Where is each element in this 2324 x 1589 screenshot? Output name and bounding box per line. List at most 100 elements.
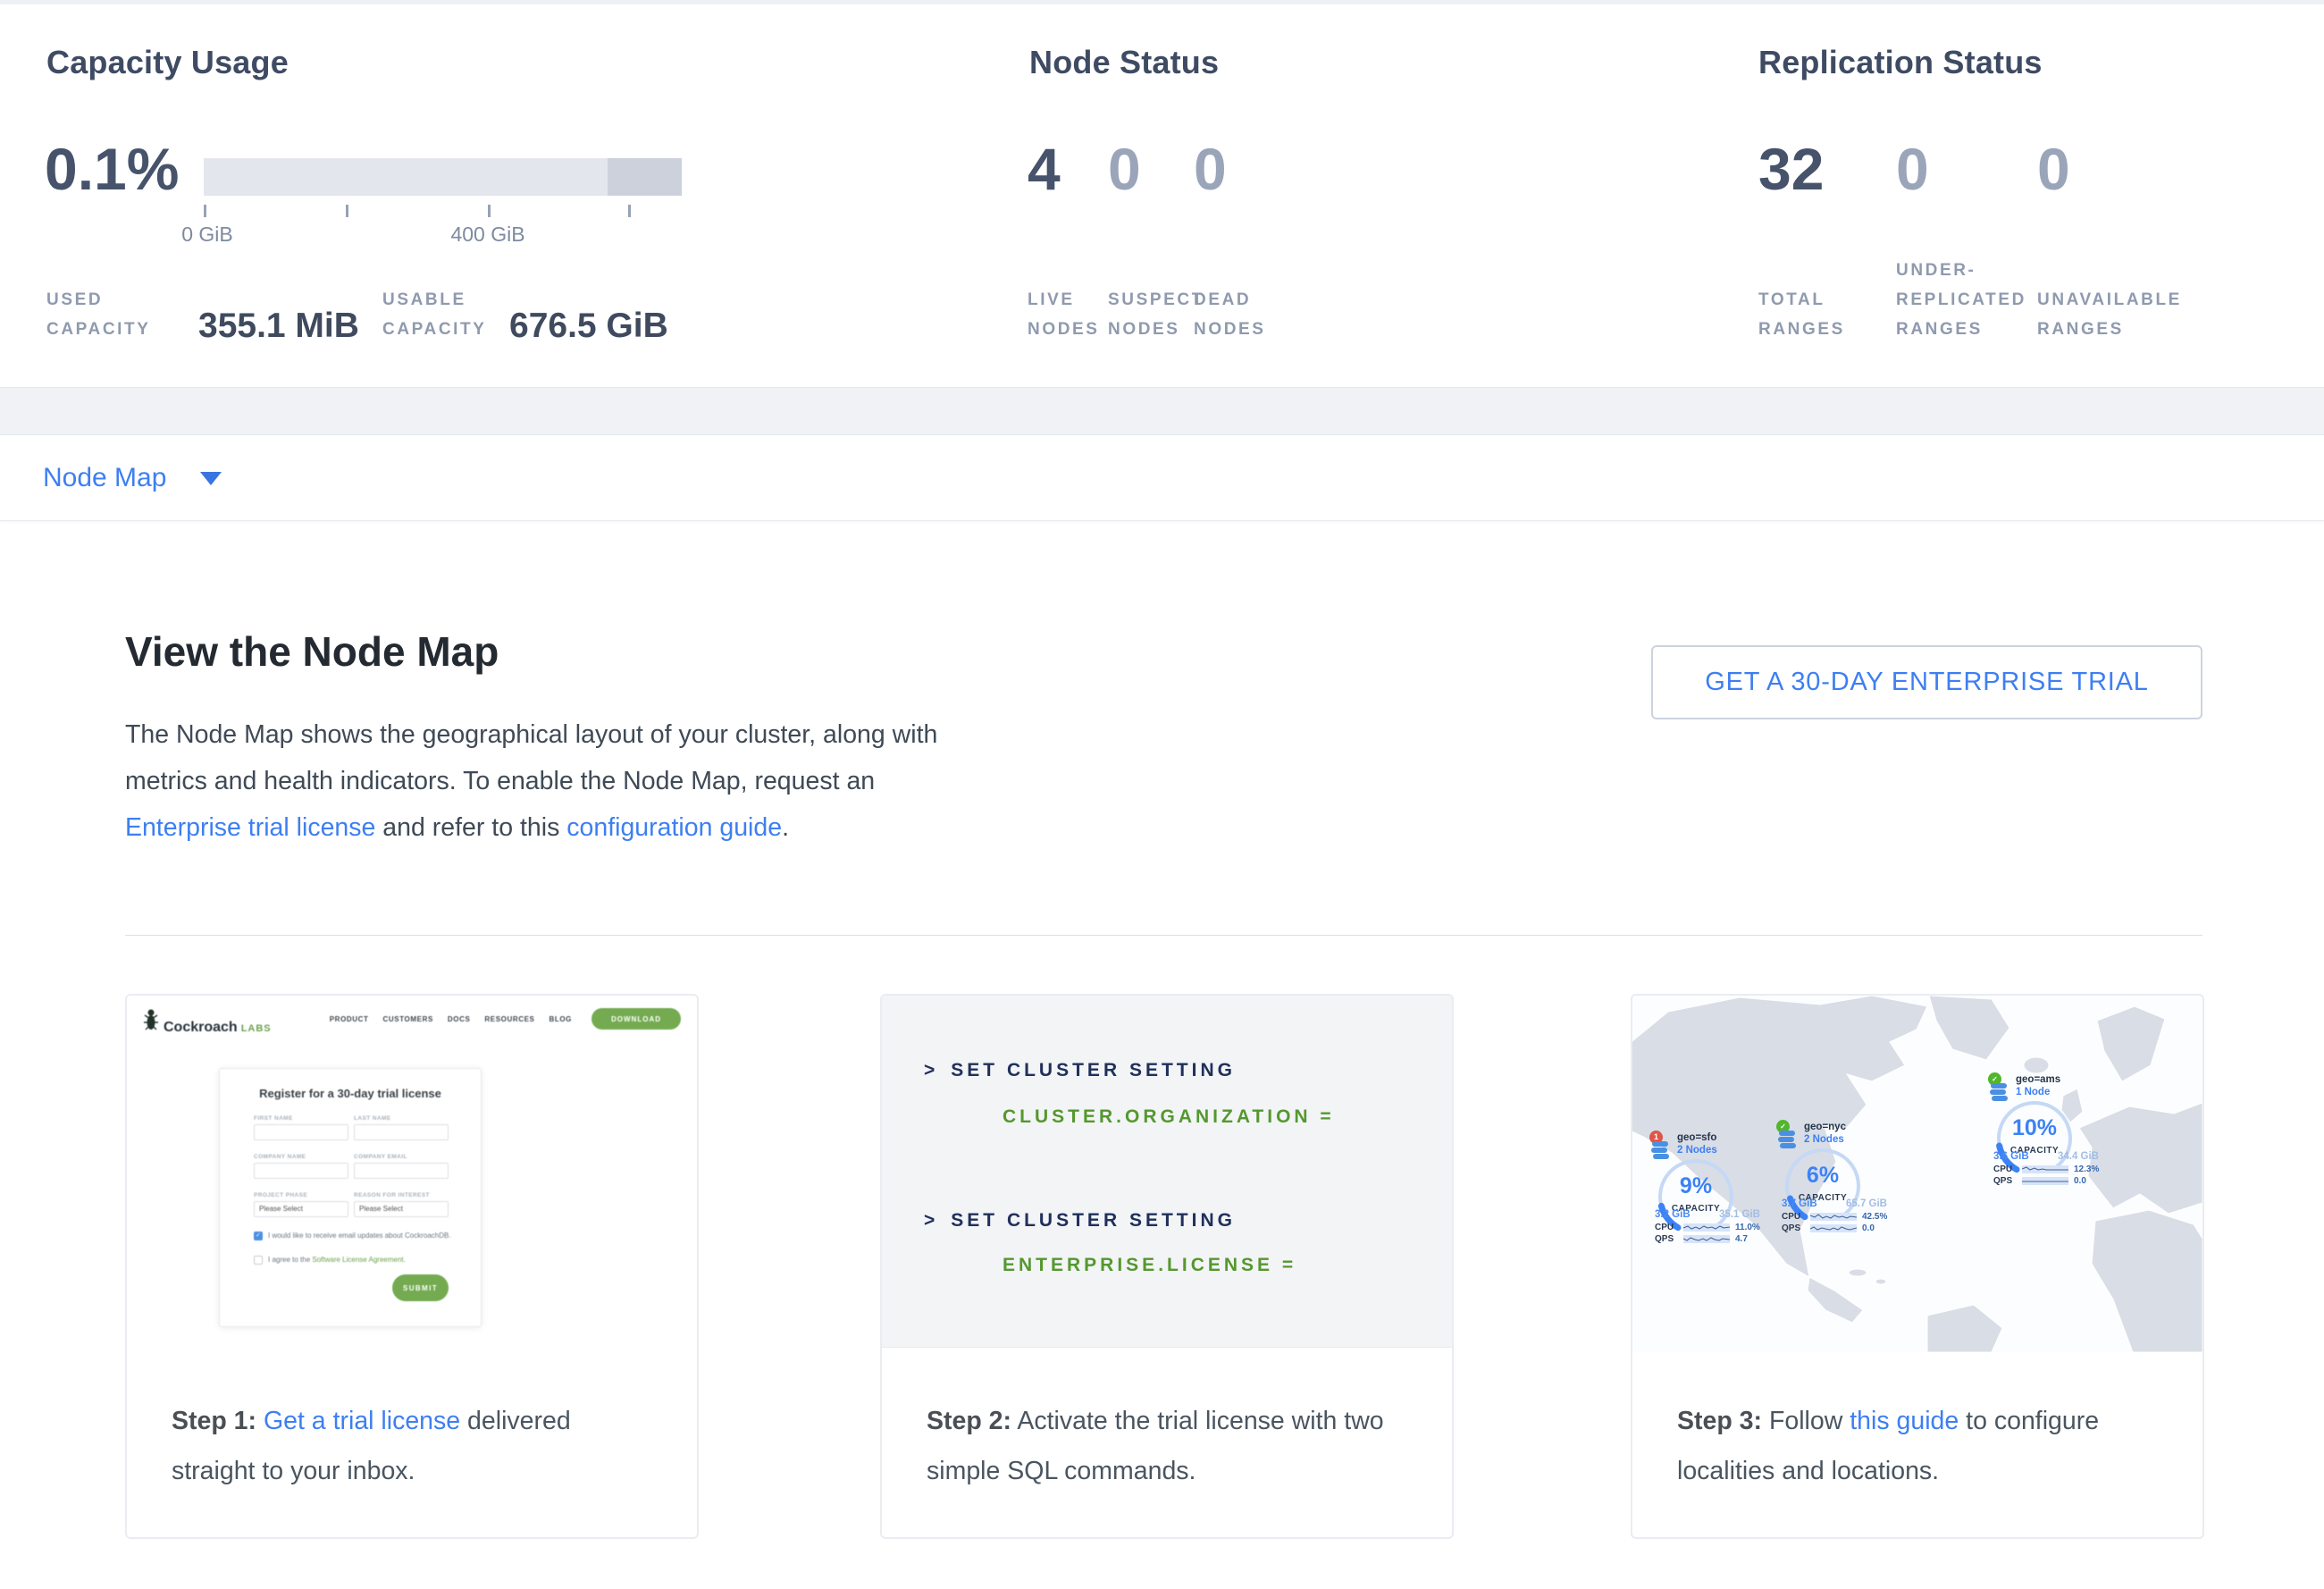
cpu-metric-row: CPU 42.5% (1782, 1212, 1887, 1222)
node-map-preview: 1 geo=sfo 2 Nodes 9% CAPACITY 3.2 GiB35.… (1632, 996, 2202, 1352)
cpu-metric-row: CPU 12.3% (1993, 1164, 2099, 1174)
qps-sparkline (1810, 1224, 1857, 1232)
capacity-tick (628, 205, 631, 217)
view-selector-bar: Node Map (0, 435, 2324, 521)
email-updates-label: I would like to receive email updates ab… (268, 1231, 451, 1240)
nav-item-product: PRODUCT (330, 1015, 369, 1023)
enterprise-trial-license-link[interactable]: Enterprise trial license (125, 813, 375, 842)
suspect-nodes-label: SUSPECTNODES (1108, 285, 1204, 344)
qps-sparkline (2022, 1177, 2068, 1185)
qps-metric-row: QPS 0.0 (1782, 1223, 1875, 1233)
step2-caption: Step 2: Activate the trial license with … (882, 1396, 1452, 1496)
locality-name: geo=ams (2016, 1074, 2060, 1085)
live-nodes-label: LIVENODES (1028, 285, 1100, 344)
used-capacity-label: USEDCAPACITY (46, 285, 151, 344)
project-phase-select: PROJECT PHASEPlease Select (254, 1192, 348, 1217)
checkbox-unchecked-icon (254, 1256, 263, 1265)
reason-for-interest-select: REASON FOR INTERESTPlease Select (354, 1192, 449, 1217)
qps-metric-row: QPS 4.7 (1655, 1234, 1748, 1244)
dead-nodes-label: DEADNODES (1194, 285, 1266, 344)
node-map-dropdown[interactable]: Node Map (43, 435, 222, 521)
capacity-values: 3.2 GiB35.1 GiB (1649, 1209, 1762, 1220)
node-map-description: The Node Map shows the geographical layo… (125, 711, 974, 851)
checkbox-checked-icon: ✓ (254, 1232, 263, 1240)
locality-sfo: 1 geo=sfo 2 Nodes 9% CAPACITY 3.2 GiB35.… (1649, 1131, 1767, 1250)
locality-name: geo=sfo (1677, 1132, 1716, 1143)
capacity-bar (204, 158, 682, 196)
company-name-field: COMPANY NAME (254, 1154, 348, 1179)
description-text: and refer to this (375, 813, 566, 842)
dead-nodes-count: 0 (1194, 137, 1227, 201)
chevron-down-icon (200, 472, 222, 485)
usable-capacity-label: USABLECAPACITY (382, 285, 487, 344)
unavailable-ranges-count: 0 (2037, 137, 2070, 201)
node-map-dropdown-label: Node Map (43, 463, 166, 493)
step1-caption: Step 1: Get a trial license delivered st… (127, 1396, 697, 1496)
step3-caption: Step 3: Follow this guide to configure l… (1632, 1396, 2202, 1496)
trial-site-nav: PRODUCT CUSTOMERS DOCS RESOURCES BLOG (330, 1015, 572, 1023)
summary-content-gap (0, 387, 2324, 435)
capacity-bar-reserved-segment (608, 158, 682, 196)
get-enterprise-trial-button[interactable]: GET A 30-DAY ENTERPRISE TRIAL (1651, 645, 2202, 719)
under-replicated-ranges-label: UNDER-REPLICATEDRANGES (1896, 256, 2026, 344)
license-agreement-checkbox-row: I agree to the Software License Agreemen… (254, 1255, 459, 1265)
qps-metric-row: QPS 0.0 (1993, 1176, 2086, 1186)
form-title: Register for a 30-day trial license (220, 1087, 481, 1100)
locality-name: geo=nyc (1804, 1122, 1846, 1132)
step1-label: Step 1: (172, 1407, 256, 1435)
last-name-field: LAST NAME (354, 1115, 449, 1140)
cockroach-labs-logo: Cockroach LABS (143, 1008, 272, 1036)
live-nodes-count: 4 (1028, 137, 1061, 201)
configuration-guide-link[interactable]: configuration guide (566, 813, 782, 842)
step3-label: Step 3: (1677, 1407, 1762, 1435)
unavailable-ranges-label: UNAVAILABLERANGES (2037, 285, 2182, 344)
sql-arg-1: CLUSTER.ORGANIZATION = (1003, 1106, 1335, 1128)
total-ranges-count: 32 (1758, 137, 1824, 201)
section-divider (125, 935, 2202, 936)
email-updates-checkbox-row: ✓ I would like to receive email updates … (254, 1231, 459, 1240)
cockroach-bug-icon (143, 1008, 159, 1031)
capacity-tick (346, 205, 348, 217)
get-trial-license-link[interactable]: Get a trial license (264, 1407, 460, 1435)
node-status-title: Node Status (1029, 44, 1219, 81)
locality-nyc: ✓ geo=nyc 2 Nodes 6% CAPACITY 3.7 GiB65.… (1776, 1120, 1894, 1240)
capacity-tick-label-400: 400 GiB (450, 223, 524, 247)
first-name-field: FIRST NAME (254, 1115, 348, 1140)
page-title: View the Node Map (125, 627, 499, 676)
capacity-percent: 9% (1649, 1173, 1742, 1199)
capacity-percent: 6% (1776, 1163, 1869, 1189)
sql-arg-2: ENTERPRISE.LICENSE = (1003, 1255, 1296, 1276)
company-email-field: COMPANY EMAIL (354, 1154, 449, 1179)
capacity-usage-title: Capacity Usage (46, 44, 289, 81)
capacity-tick (488, 205, 491, 217)
nav-item-blog: BLOG (549, 1015, 572, 1023)
step2-card: >SET CLUSTER SETTING CLUSTER.ORGANIZATIO… (880, 994, 1454, 1539)
nav-item-customers: CUSTOMERS (383, 1015, 433, 1023)
cpu-sparkline (1810, 1213, 1857, 1221)
cpu-metric-row: CPU 11.0% (1655, 1223, 1760, 1232)
qps-sparkline (1683, 1235, 1730, 1243)
capacity-values: 3.6 GiB34.4 GiB (1988, 1151, 2101, 1162)
capacity-percent: 0.1% (45, 137, 179, 201)
this-guide-link[interactable]: this guide (1850, 1407, 1959, 1435)
cpu-sparkline (1683, 1223, 1730, 1232)
sql-command-2: >SET CLUSTER SETTING (924, 1210, 1236, 1232)
trial-site-screenshot: Cockroach LABS PRODUCT CUSTOMERS DOCS RE… (127, 996, 697, 1348)
capacity-values: 3.7 GiB65.7 GiB (1776, 1198, 1889, 1209)
description-text: . (782, 813, 789, 842)
used-capacity-value: 355.1 MiB (198, 307, 359, 346)
brand-suffix: LABS (241, 1023, 272, 1034)
under-replicated-ranges-count: 0 (1896, 137, 1929, 201)
capacity-tick-label-0: 0 GiB (181, 223, 233, 247)
nav-item-resources: RESOURCES (484, 1015, 534, 1023)
trial-site-header: Cockroach LABS PRODUCT CUSTOMERS DOCS RE… (127, 1003, 697, 1042)
submit-button: SUBMIT (392, 1274, 449, 1301)
license-agreement-label: I agree to the Software License Agreemen… (268, 1255, 406, 1265)
brand-name: Cockroach (164, 1020, 238, 1036)
step3-card: 1 geo=sfo 2 Nodes 9% CAPACITY 3.2 GiB35.… (1631, 994, 2204, 1539)
software-license-agreement-link: Software License Agreement. (312, 1256, 406, 1264)
trial-register-form: Register for a 30-day trial license FIRS… (219, 1068, 482, 1327)
step1-card: Cockroach LABS PRODUCT CUSTOMERS DOCS RE… (125, 994, 699, 1539)
replication-status-title: Replication Status (1758, 44, 2043, 81)
cpu-sparkline (2022, 1165, 2068, 1173)
